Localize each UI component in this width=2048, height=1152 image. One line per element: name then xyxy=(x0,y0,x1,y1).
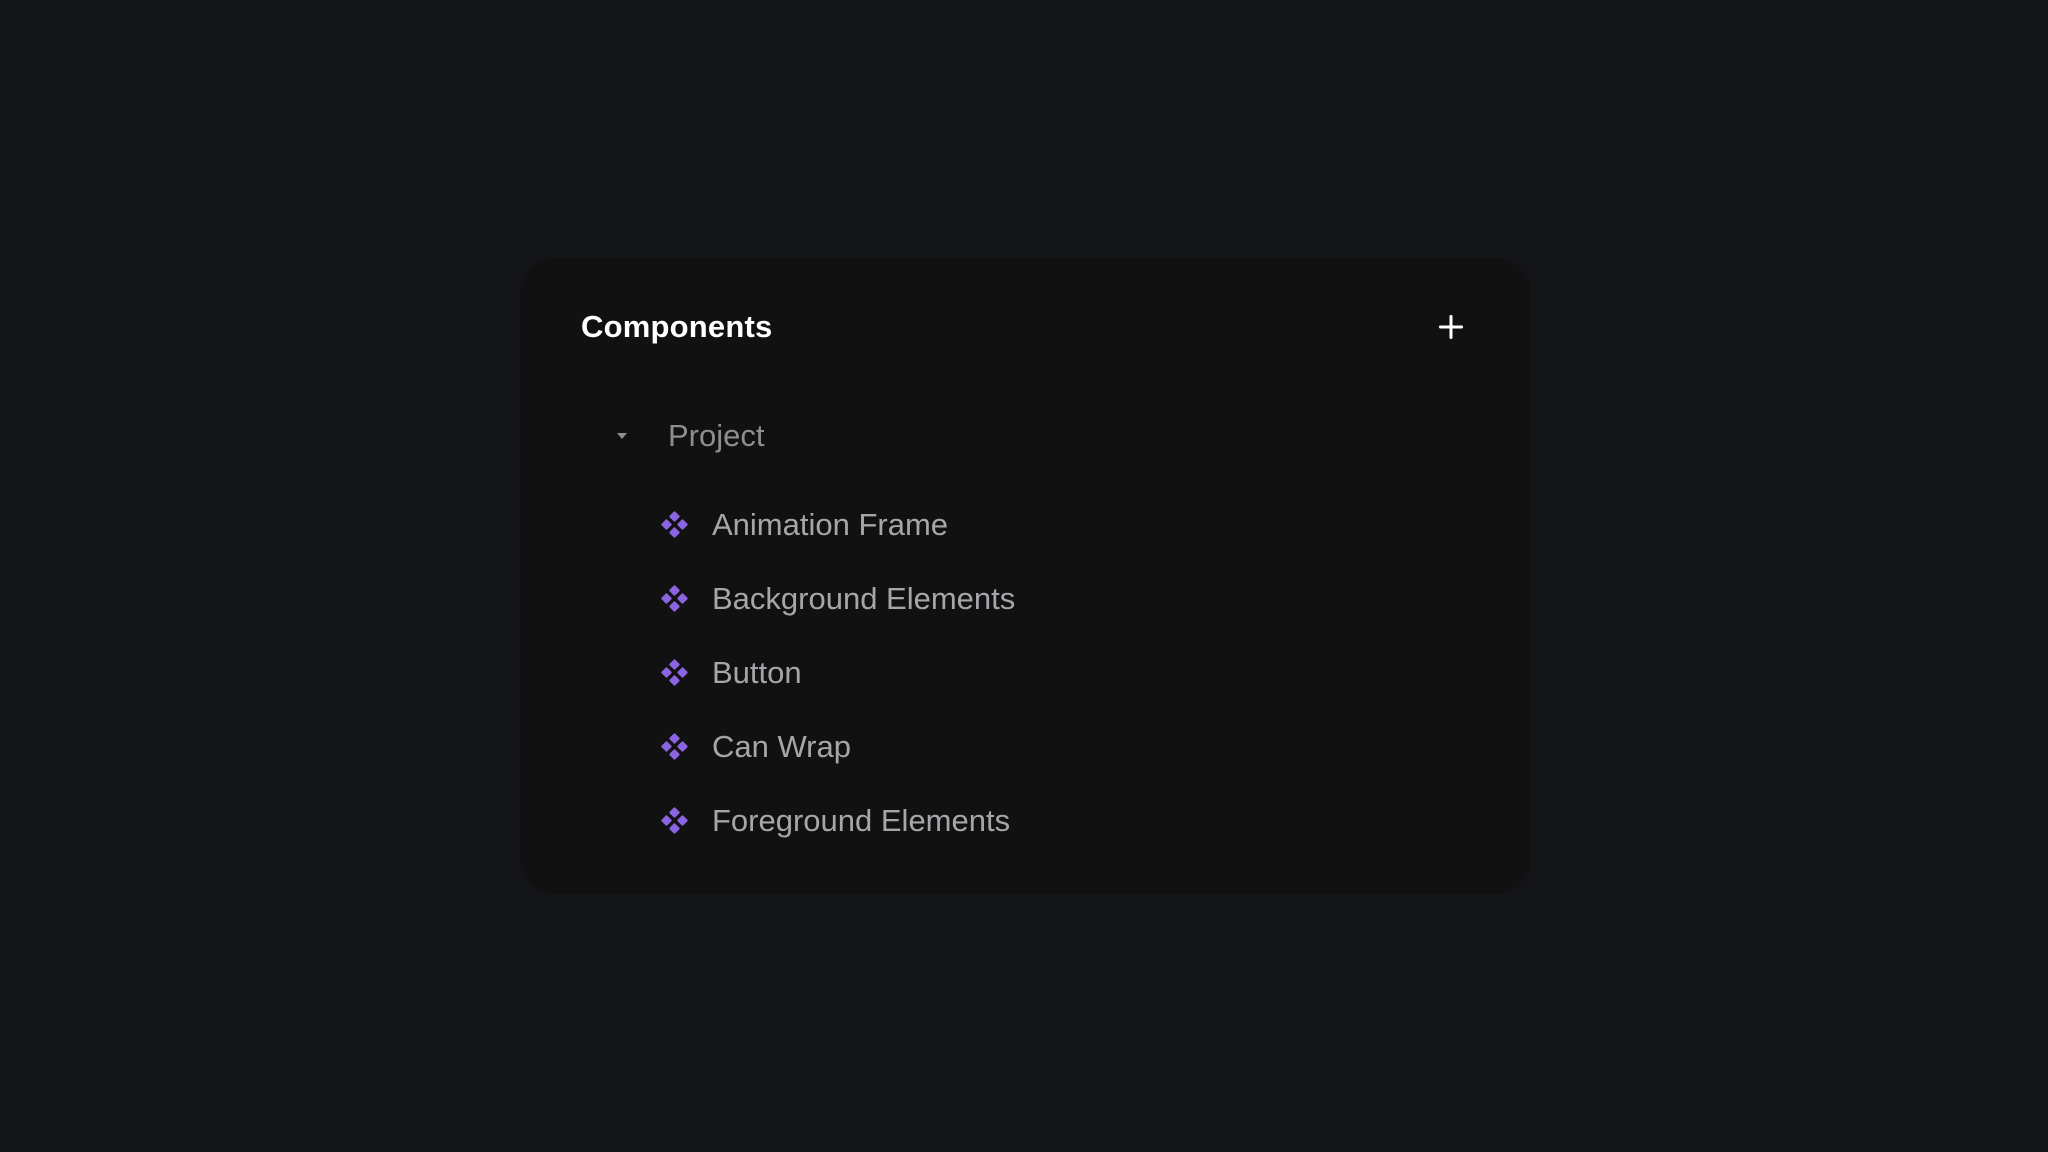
folder-project[interactable]: Project xyxy=(612,414,764,458)
component-icon xyxy=(660,658,690,688)
component-icon xyxy=(660,806,690,836)
add-component-button[interactable] xyxy=(1430,306,1472,348)
component-icon xyxy=(660,584,690,614)
panel-title: Components xyxy=(581,309,773,344)
caret-down-icon[interactable] xyxy=(612,426,632,446)
item-label: Animation Frame xyxy=(712,507,949,542)
item-label: Button xyxy=(712,655,802,690)
list-item-animation-frame[interactable]: Animation Frame xyxy=(660,488,1015,562)
item-label: Background Elements xyxy=(712,581,1016,616)
panel-header: Components xyxy=(581,302,1472,352)
component-list: Animation Frame Background Elements Butt… xyxy=(660,488,1015,858)
component-icon xyxy=(660,510,690,540)
folder-label: Project xyxy=(668,418,765,453)
list-item-background-elements[interactable]: Background Elements xyxy=(660,562,1015,636)
item-label: Can Wrap xyxy=(712,729,851,764)
components-panel: Components Project Animation Frame Backg… xyxy=(520,258,1530,894)
item-label: Foreground Elements xyxy=(712,803,1011,838)
plus-icon xyxy=(1439,315,1463,339)
list-item-foreground-elements[interactable]: Foreground Elements xyxy=(660,784,1015,858)
list-item-button[interactable]: Button xyxy=(660,636,1015,710)
component-icon xyxy=(660,732,690,762)
list-item-can-wrap[interactable]: Can Wrap xyxy=(660,710,1015,784)
